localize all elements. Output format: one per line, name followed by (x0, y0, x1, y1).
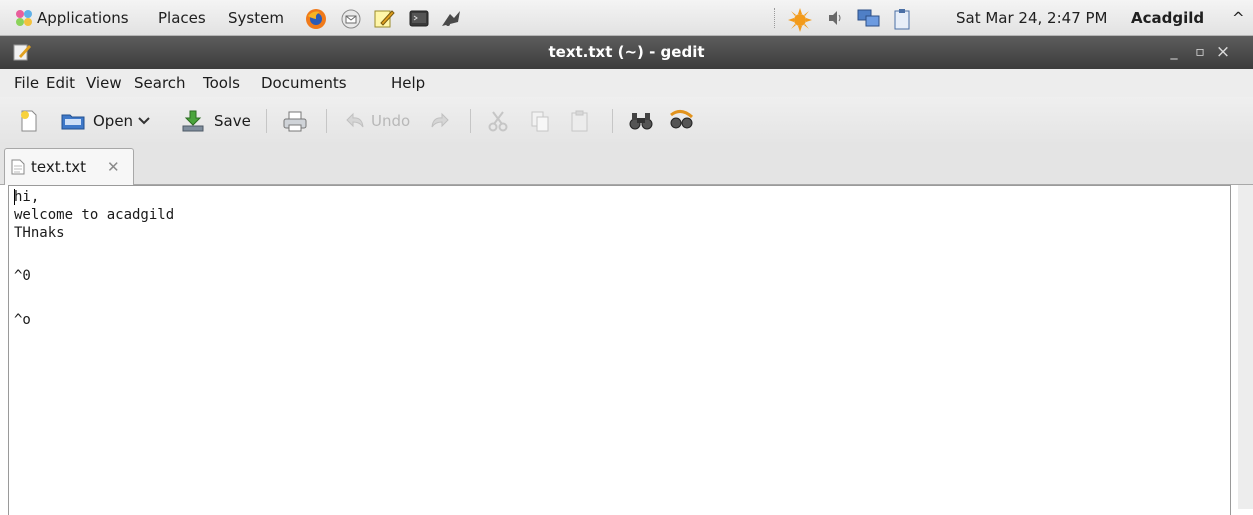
user-menu-arrow[interactable]: ^ (1232, 0, 1245, 36)
places-menu[interactable]: Places (158, 0, 206, 36)
mail-icon[interactable] (340, 8, 361, 29)
copy-icon[interactable] (528, 109, 552, 133)
minimize-button[interactable]: _ (1163, 36, 1185, 69)
editor-line-7: ^o (14, 312, 31, 328)
firefox-icon[interactable] (305, 8, 326, 29)
clock[interactable]: Sat Mar 24, 2:47 PM (956, 0, 1108, 36)
open-icon[interactable] (60, 109, 85, 133)
undo-icon[interactable] (344, 109, 368, 133)
clipboard-icon[interactable] (893, 8, 913, 30)
toolbar-separator (470, 109, 471, 133)
toolbar-separator (612, 109, 613, 133)
user-menu[interactable]: Acadgild (1131, 0, 1204, 36)
maximize-button[interactable]: ▫ (1189, 36, 1211, 69)
window-title-bar[interactable]: text.txt (~) - gedit _ ▫ × (0, 36, 1253, 69)
text-editor-icon[interactable] (373, 8, 395, 28)
toolbar-separator (326, 109, 327, 133)
editor-line-2: welcome to acadgild (14, 207, 175, 223)
toolbar: Open Save Undo (0, 97, 1253, 145)
menu-help[interactable]: Help (391, 69, 425, 97)
open-dropdown-chevron-icon[interactable] (137, 108, 151, 134)
new-document-icon[interactable] (17, 109, 41, 133)
text-editor-area[interactable]: hi, welcome to acadgild THnaks ^0 ^o (8, 185, 1231, 515)
tab-label: text.txt (31, 158, 87, 176)
menu-file[interactable]: File (14, 69, 39, 97)
panel-separator (774, 8, 775, 28)
find-replace-icon[interactable] (668, 109, 694, 133)
menu-bar: File Edit View Search Tools Documents He… (0, 69, 1253, 97)
window-title: text.txt (~) - gedit (548, 43, 705, 61)
save-icon[interactable] (180, 109, 204, 133)
undo-button[interactable]: Undo (371, 108, 410, 134)
update-icon[interactable] (788, 8, 812, 32)
screenshot-icon[interactable] (440, 8, 460, 28)
editor-line-5: ^0 (14, 268, 31, 284)
menu-search[interactable]: Search (134, 69, 186, 97)
close-button[interactable]: × (1212, 36, 1234, 69)
editor-line-3: THnaks (14, 225, 65, 241)
paste-icon[interactable] (568, 109, 592, 133)
find-icon[interactable] (628, 109, 653, 133)
document-icon (11, 159, 25, 179)
top-panel: Applications Places System Sat Mar 24, 2… (0, 0, 1253, 36)
menu-documents[interactable]: Documents (261, 69, 347, 97)
applications-menu[interactable]: Applications (37, 0, 129, 36)
system-menu[interactable]: System (228, 0, 284, 36)
terminal-icon[interactable] (408, 8, 429, 28)
tab-text-txt[interactable]: text.txt ✕ (4, 148, 134, 185)
toolbar-separator (266, 109, 267, 133)
open-button[interactable]: Open (93, 108, 133, 134)
editor-line-1: hi, (14, 189, 40, 205)
menu-view[interactable]: View (86, 69, 122, 97)
cut-icon[interactable] (486, 109, 510, 133)
menu-tools[interactable]: Tools (203, 69, 240, 97)
menu-edit[interactable]: Edit (46, 69, 75, 97)
print-icon[interactable] (282, 109, 307, 133)
redo-icon[interactable] (427, 109, 451, 133)
window-right-edge (1238, 185, 1253, 509)
save-button[interactable]: Save (214, 108, 251, 134)
tab-close-icon[interactable]: ✕ (107, 149, 120, 185)
network-icon[interactable] (857, 8, 880, 28)
applications-icon[interactable] (14, 8, 34, 28)
volume-icon[interactable] (826, 8, 846, 28)
tab-strip: text.txt ✕ (0, 145, 1253, 185)
